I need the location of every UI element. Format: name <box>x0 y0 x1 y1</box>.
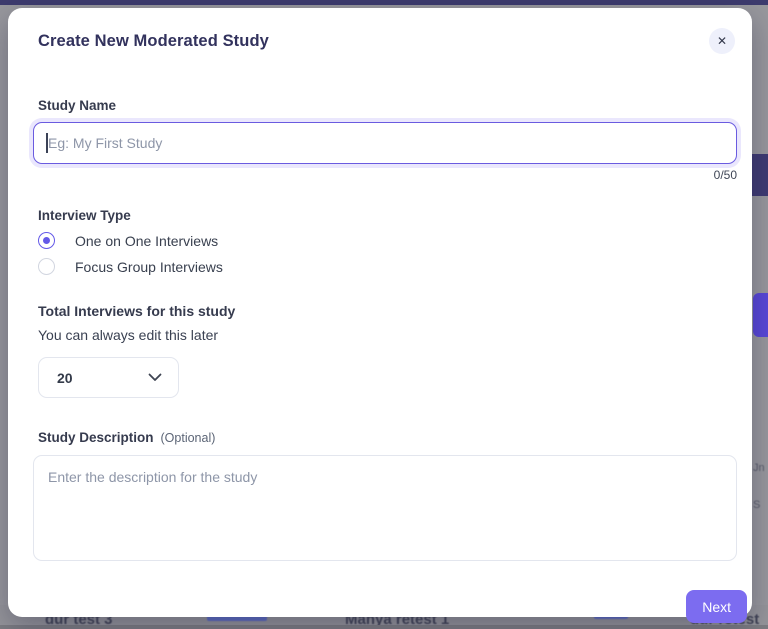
text-caret <box>46 133 48 153</box>
radio-option-label: Focus Group Interviews <box>75 259 223 275</box>
interview-type-label: Interview Type <box>38 208 737 223</box>
background-text-fragment: Jn <box>753 462 765 474</box>
background-text-fragment: S <box>753 499 760 511</box>
background-button-fragment <box>753 293 768 337</box>
radio-unselected-icon[interactable] <box>38 258 55 275</box>
background-row-divider <box>0 625 768 629</box>
total-interviews-helper: You can always edit this later <box>38 327 737 343</box>
study-name-input[interactable] <box>33 122 737 164</box>
close-icon: ✕ <box>717 34 727 48</box>
modal-title: Create New Moderated Study <box>33 28 269 51</box>
description-textarea[interactable] <box>33 455 737 561</box>
radio-option-one-on-one[interactable]: One on One Interviews <box>38 232 737 249</box>
description-label: Study Description <box>38 430 154 445</box>
study-name-label: Study Name <box>38 98 737 113</box>
radio-dot <box>43 237 50 244</box>
chevron-down-icon <box>148 373 162 382</box>
radio-option-label: One on One Interviews <box>75 233 218 249</box>
background-page-header-bar <box>0 0 768 5</box>
total-interviews-select[interactable]: 20 <box>38 357 179 398</box>
modal-header: Create New Moderated Study ✕ <box>33 28 737 54</box>
select-value: 20 <box>57 370 73 386</box>
description-optional-tag: (Optional) <box>161 431 216 445</box>
next-button[interactable]: Next <box>686 590 747 623</box>
study-name-input-wrap <box>33 122 737 164</box>
total-interviews-label: Total Interviews for this study <box>38 303 737 319</box>
radio-option-focus-group[interactable]: Focus Group Interviews <box>38 258 737 275</box>
background-badge-fragment <box>752 154 768 196</box>
create-study-modal: Create New Moderated Study ✕ Study Name … <box>8 8 752 617</box>
modal-footer: Next <box>33 590 747 623</box>
radio-selected-icon[interactable] <box>38 232 55 249</box>
description-label-row: Study Description (Optional) <box>38 430 737 445</box>
close-button[interactable]: ✕ <box>709 28 735 54</box>
char-counter: 0/50 <box>33 168 737 182</box>
